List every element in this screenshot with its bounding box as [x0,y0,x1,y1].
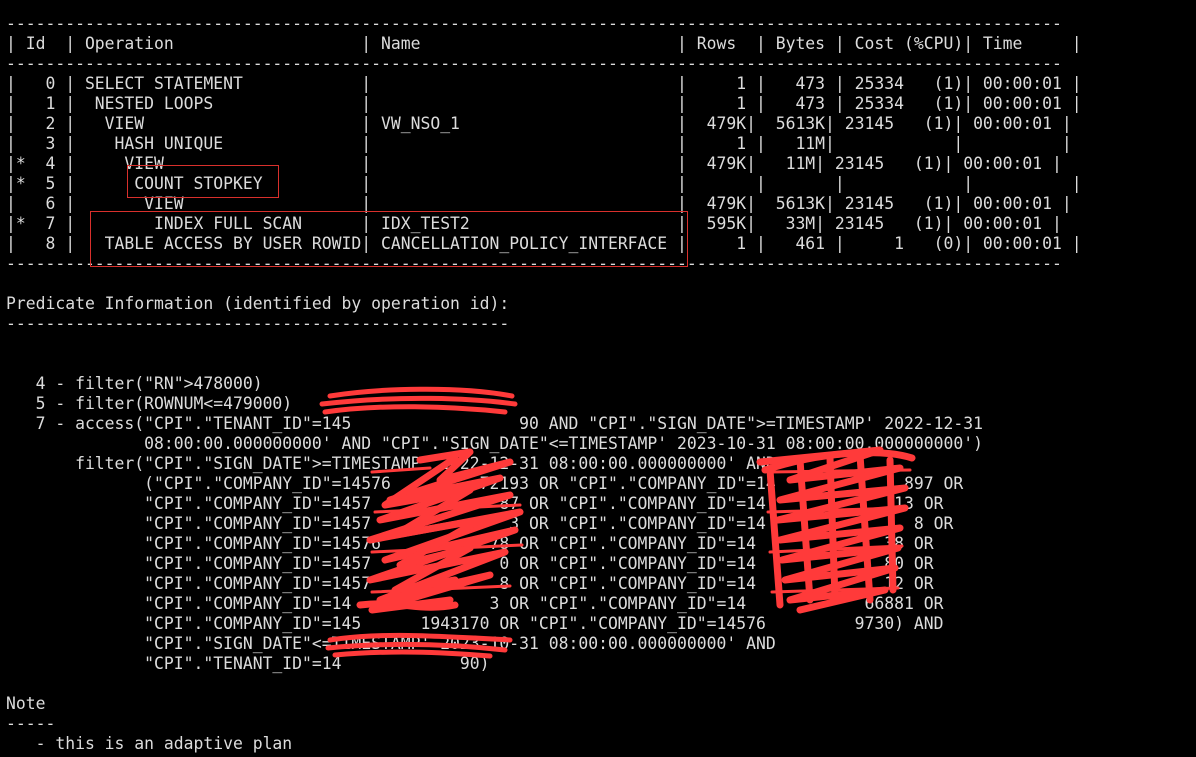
terminal-line: ----------------------------------------… [6,14,1062,33]
terminal-line: filter("CPI"."SIGN_DATE">=TIMESTAMP' 202… [6,454,776,473]
terminal-line: 4 - filter("RN">478000) [6,374,263,393]
terminal-output: ----------------------------------------… [6,14,1194,754]
terminal-line: "CPI"."COMPANY_ID"=1457 87 OR "CPI"."COM… [6,494,944,513]
terminal-line: ("CPI"."COMPANY_ID"=14576 72193 OR "CPI"… [6,474,964,493]
highlight-box-count-stopkey [127,165,279,198]
terminal-line: "CPI"."COMPANY_ID"=1457 0 OR "CPI"."COMP… [6,554,934,573]
terminal-line: "CPI"."SIGN_DATE"<=TIMESTAMP' 2023-10-31… [6,634,776,653]
terminal-line: ----------------------------------------… [6,54,1062,73]
terminal-line: 08:00:00.000000000' AND "CPI"."SIGN_DATE… [6,434,983,453]
terminal-line: ----- [6,714,56,733]
terminal-line: 5 - filter(ROWNUM<=479000) [6,394,293,413]
terminal-line: ----------------------------------------… [6,314,510,333]
terminal-line: Note [6,694,46,713]
terminal-line: | 2 | VIEW | VW_NSO_1 | 479K| 5613K| 231… [6,114,1072,133]
terminal-line: | 0 | SELECT STATEMENT | | 1 | 473 | 253… [6,74,1082,93]
terminal-line: "CPI"."TENANT_ID"=14 90) [6,654,490,673]
terminal-line: "CPI"."COMPANY_ID"=1457 8 OR "CPI"."COMP… [6,574,934,593]
terminal-line: | 3 | HASH UNIQUE | | 1 | 11M| | | [6,134,1072,153]
terminal-line: "CPI"."COMPANY_ID"=1457 3 OR "CPI"."COMP… [6,514,954,533]
terminal-line: 7 - access("CPI"."TENANT_ID"=145 90 AND … [6,414,983,433]
terminal-line: "CPI"."COMPANY_ID"=14 3 OR "CPI"."COMPAN… [6,594,944,613]
terminal-line: "CPI"."COMPANY_ID"=14576 78 OR "CPI"."CO… [6,534,934,553]
terminal-line: | 1 | NESTED LOOPS | | 1 | 473 | 25334 (… [6,94,1082,113]
terminal-line: - this is an adaptive plan [6,734,293,753]
terminal-line: "CPI"."COMPANY_ID"=145 1943170 OR "CPI".… [6,614,944,633]
highlight-box-index-table-access [90,211,688,267]
terminal-line: Predicate Information (identified by ope… [6,294,510,313]
terminal-line: | Id | Operation | Name | Rows | Bytes |… [6,34,1082,53]
